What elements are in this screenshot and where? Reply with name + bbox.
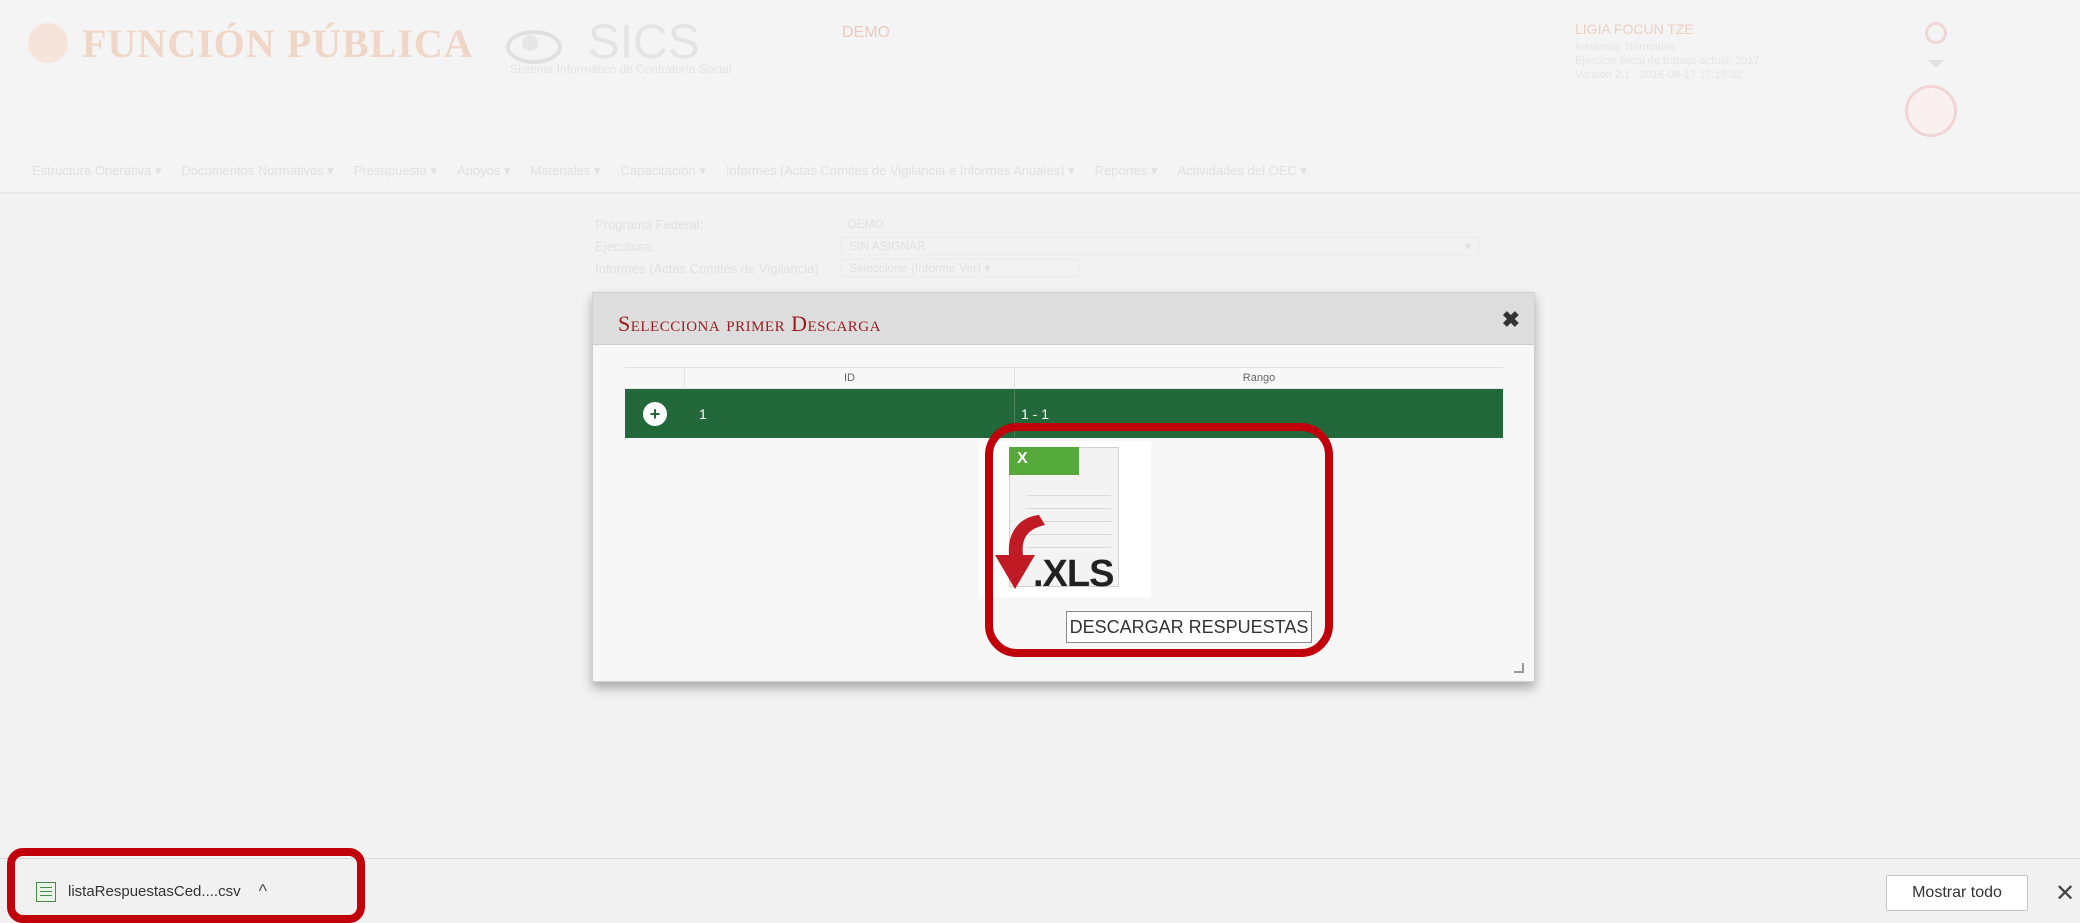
downloaded-file[interactable]: listaRespuestasCed....csv ^ [36, 881, 267, 902]
chevron-up-icon[interactable]: ^ [259, 881, 267, 902]
expand-column-header [625, 368, 685, 388]
form-row: Informes (Actas Comités de Vigilancia) S… [585, 257, 1480, 279]
brand-emblem-icon [28, 23, 68, 63]
program-name: DEMO [842, 24, 890, 41]
download-bar: listaRespuestasCed....csv ^ Mostrar todo… [0, 858, 2080, 923]
range-cell: 1 - 1 [1021, 405, 1050, 422]
reports-select[interactable]: Seleccione (Informe Ver) ▾ [840, 259, 1080, 277]
nav-item-apoyos[interactable]: Apoyos ▾ [457, 163, 511, 179]
app-header: FUNCIÓN PÚBLICA SICS Sistema Informático… [0, 0, 2080, 195]
dialog-title: Selecciona primer Descarga [618, 311, 881, 336]
csv-file-icon [36, 881, 56, 902]
user-instance: Instancia: Normativa [1575, 41, 1676, 53]
nav-item-informes[interactable]: Informes (Actas Comités de Vigilancia e … [726, 163, 1075, 179]
filter-form: Programa Federal: DEMO Ejecutora: SIN AS… [585, 213, 1480, 279]
downloaded-filename: listaRespuestasCed....csv [68, 883, 241, 900]
executor-select-value: SIN ASIGNAR [849, 239, 926, 253]
table-header: ID Rango [625, 367, 1503, 389]
nav-item-actividades[interactable]: Actividades del OEC ▾ [1178, 163, 1307, 179]
form-row: Ejecutora: SIN ASIGNAR ▾ [585, 235, 1480, 257]
program-label: Programa Federal: [595, 216, 704, 232]
header-logo: FUNCIÓN PÚBLICA SICS [28, 18, 700, 68]
range-column-header[interactable]: Rango [1015, 368, 1503, 388]
user-fiscal-year: Ejercicio fiscal de trabajo actual: 2017 [1575, 55, 1760, 67]
reports-label: Informes (Actas Comités de Vigilancia) [595, 260, 819, 276]
nav-item-capacitacion[interactable]: Capacitación ▾ [621, 163, 706, 179]
id-cell: 1 [685, 389, 1015, 438]
user-info: LIGIA FOCUN TZE Instancia: Normativa Eje… [1575, 22, 1760, 82]
download-table: ID Rango + 1 1 - 1 [625, 367, 1503, 438]
expand-plus-icon[interactable]: + [643, 401, 667, 426]
expand-cell: + [625, 401, 685, 426]
brand-title: FUNCIÓN PÚBLICA [82, 20, 474, 66]
executor-select[interactable]: SIN ASIGNAR ▾ [840, 237, 1480, 255]
show-all-button[interactable]: Mostrar todo [1886, 875, 2028, 911]
dialog-header: Selecciona primer Descarga ✖ [593, 293, 1534, 345]
excel-tab-letter: X [1017, 450, 1028, 467]
download-tooltip: DESCARGAR RESPUESTAS [1066, 611, 1312, 643]
user-name: LIGIA FOCUN TZE [1575, 21, 1694, 37]
seal-icon [1905, 85, 1957, 137]
form-row: Programa Federal: DEMO [585, 213, 1480, 235]
download-dialog: Selecciona primer Descarga ✖ ID Rango + … [592, 292, 1535, 682]
id-column-header[interactable]: ID [685, 368, 1015, 388]
system-title: SICS [587, 16, 700, 69]
xls-label: .XLS [1033, 553, 1114, 595]
nav-item-materiales[interactable]: Materiales ▾ [530, 163, 600, 179]
executor-label: Ejecutora: [595, 238, 654, 254]
main-nav: Estructura Operativa ▾ Documentos Normat… [0, 150, 2080, 194]
nav-item-reportes[interactable]: Reportes ▾ [1095, 163, 1158, 179]
app-version: Versión 2.1 - 2016-06-17 17:15:32 [1575, 69, 1742, 81]
resize-grip-icon[interactable] [1514, 663, 1524, 673]
table-row[interactable]: + 1 1 - 1 [625, 389, 1503, 438]
chevron-down-icon[interactable] [1928, 60, 1944, 68]
system-subtitle: Sistema Informático de Contraloría Socia… [510, 62, 732, 76]
power-icon[interactable] [1925, 22, 1947, 44]
nav-item-presupuesto[interactable]: Presupuesto ▾ [354, 163, 437, 179]
sics-eye-icon [486, 18, 576, 68]
nav-item-estructura[interactable]: Estructura Operativa ▾ [32, 163, 161, 179]
caret-down-icon: ▾ [1464, 239, 1471, 253]
nav-item-documentos[interactable]: Documentos Normativos ▾ [181, 163, 333, 179]
close-icon[interactable]: ✖ [1502, 307, 1520, 333]
download-xls-button[interactable]: X .XLS [979, 441, 1151, 597]
excel-tab-icon: X [1009, 447, 1079, 475]
program-value: DEMO [848, 217, 884, 231]
close-download-bar-icon[interactable]: ✕ [2055, 879, 2075, 908]
